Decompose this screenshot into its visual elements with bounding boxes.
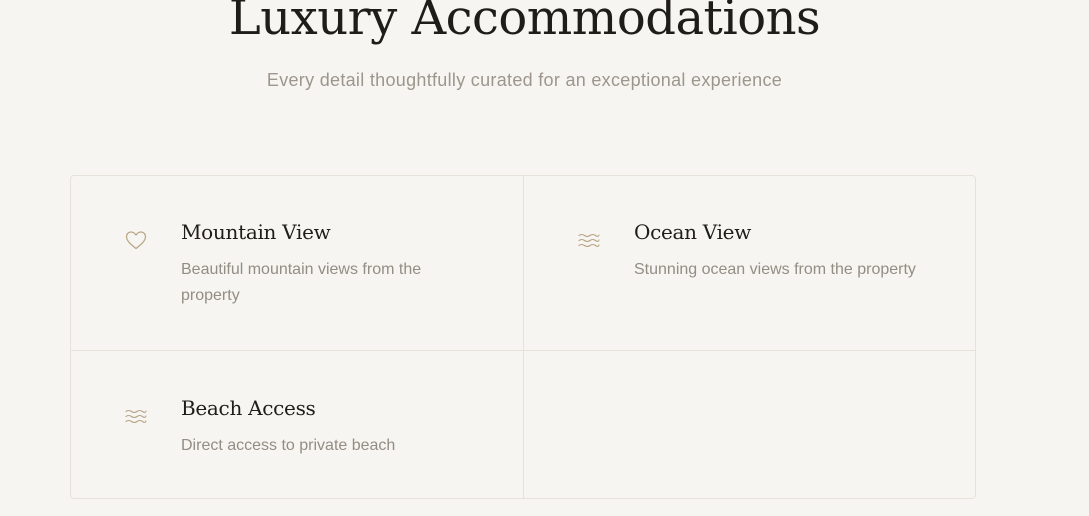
amenity-card-beach-access: Beach Access Direct access to private be… [71,351,524,498]
amenity-card-ocean-view: Ocean View Stunning ocean views from the… [524,176,975,351]
amenity-title: Beach Access [181,396,316,420]
amenity-description: Beautiful mountain views from the proper… [181,261,422,304]
section-title: Luxury Accommodations [228,0,821,46]
amenity-title: Mountain View [181,220,331,244]
amenity-card-mountain-view: Mountain View Beautiful mountain views f… [71,176,524,351]
amenity-description: Stunning ocean views from the property [634,261,916,278]
amenity-title: Ocean View [634,220,752,244]
section-subtitle: Every detail thoughtfully curated for an… [266,70,783,90]
heart-icon [124,228,148,252]
amenity-card-empty [524,351,975,498]
amenity-description: Direct access to private beach [181,437,396,454]
waves-icon [577,228,601,252]
amenities-grid: Mountain View Beautiful mountain views f… [70,175,976,499]
waves-icon [124,404,148,428]
